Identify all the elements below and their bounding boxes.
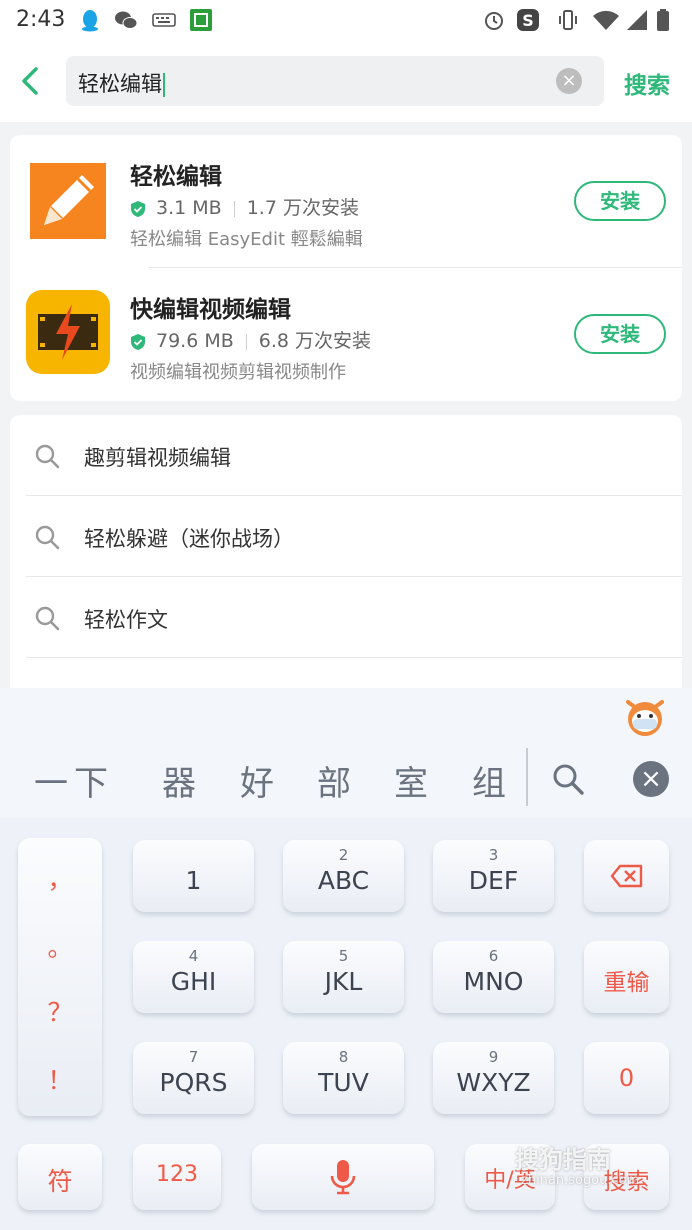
mascot-icon[interactable]	[624, 696, 666, 738]
candidate-word[interactable]: 器	[162, 756, 202, 805]
app-description: 视频编辑视频剪辑视频制作	[130, 362, 346, 383]
search-icon	[35, 606, 60, 631]
key-abc[interactable]: 2 ABC	[283, 840, 404, 912]
app-description: 轻松编辑 EasyEdit 輕鬆編輯	[130, 229, 363, 250]
qq-icon	[82, 10, 98, 32]
video-edit-app-icon	[26, 290, 110, 374]
candidate-word[interactable]: 室	[394, 756, 434, 805]
watermark: 搜狗指南 zhinan.sogou.com	[515, 1140, 639, 1188]
install-button[interactable]: 安装	[574, 314, 666, 354]
alarm-icon	[485, 12, 503, 30]
text-caret	[163, 73, 165, 97]
candidate-word[interactable]: 一下	[34, 756, 114, 805]
punct-period[interactable]: 。	[18, 928, 102, 964]
app-size: 3.1 MB	[156, 197, 222, 219]
suggestion-list: 趣剪辑视频编辑 轻松躲避（迷你战场） 轻松作文	[10, 415, 682, 715]
symbol-key[interactable]: 符	[18, 1144, 102, 1210]
punct-question[interactable]: ？	[18, 993, 102, 1029]
suggestion-item[interactable]: 轻松作文	[10, 577, 682, 658]
meta-separator	[233, 200, 235, 217]
verified-shield-icon	[131, 200, 145, 217]
suggestion-text: 轻松作文	[84, 608, 168, 632]
key-jkl[interactable]: 5 JKL	[283, 941, 404, 1013]
vibrate-icon	[559, 10, 577, 30]
app-name: 轻松编辑	[130, 164, 222, 190]
search-input-value: 轻松编辑	[78, 72, 162, 96]
candidate-word[interactable]: 部	[317, 756, 357, 805]
key-1[interactable]: 1	[133, 840, 254, 912]
key-pqrs[interactable]: 7 PQRS	[133, 1042, 254, 1114]
close-icon[interactable]: ×	[633, 761, 669, 797]
watermark-text: 搜狗指南	[515, 1146, 611, 1174]
wifi-icon	[593, 10, 619, 30]
app-store-icon	[190, 9, 212, 31]
candidate-word[interactable]: 组	[472, 756, 512, 805]
search-button[interactable]: 搜索	[624, 66, 670, 100]
search-bar: 轻松编辑 × 搜索	[0, 40, 692, 122]
candidate-bar: 一下 器 好 部 室 组 ×	[0, 688, 692, 818]
keyboard-icon	[152, 13, 176, 27]
key-ghi[interactable]: 4 GHI	[133, 941, 254, 1013]
install-button[interactable]: 安装	[574, 181, 666, 221]
candidate-word[interactable]: 好	[240, 756, 280, 805]
punct-exclaim[interactable]: ！	[18, 1061, 102, 1097]
easyedit-app-icon	[30, 163, 106, 239]
app-installs: 6.8 万次安装	[258, 330, 372, 352]
app-result-item[interactable]: 轻松编辑 3.1 MB 1.7 万次安装 轻松编辑 EasyEdit 輕鬆編輯 安…	[10, 135, 682, 267]
number-mode-key[interactable]: 123	[133, 1144, 221, 1210]
signal-icon	[627, 10, 647, 30]
suggestion-item[interactable]: 轻松躲避（迷你战场）	[10, 496, 682, 577]
key-zero[interactable]: 0	[584, 1042, 669, 1114]
key-mno[interactable]: 6 MNO	[433, 941, 554, 1013]
search-input[interactable]: 轻松编辑 ×	[66, 56, 604, 106]
divider	[526, 748, 528, 806]
key-def[interactable]: 3 DEF	[433, 840, 554, 912]
punct-comma[interactable]: ，	[18, 860, 102, 896]
svg-text:S: S	[522, 11, 534, 30]
suggestion-text: 趣剪辑视频编辑	[84, 446, 231, 470]
app-size: 79.6 MB	[156, 330, 234, 352]
wechat-icon	[115, 11, 138, 29]
punctuation-key-column[interactable]: ， 。 ？ ！	[18, 838, 102, 1116]
search-icon	[35, 525, 60, 550]
app-installs: 1.7 万次安装	[246, 197, 359, 219]
reinput-key[interactable]: 重输	[584, 941, 669, 1013]
microphone-icon	[330, 1160, 356, 1195]
backspace-key[interactable]	[584, 840, 669, 912]
sogou-input-icon: S	[517, 9, 539, 31]
meta-separator	[245, 333, 247, 350]
battery-icon	[657, 9, 669, 31]
app-results: 轻松编辑 3.1 MB 1.7 万次安装 轻松编辑 EasyEdit 輕鬆編輯 安…	[10, 135, 682, 401]
divider	[26, 657, 682, 658]
status-time: 2:43	[16, 7, 66, 32]
status-bar: 2:43 S	[0, 0, 692, 40]
app-result-item[interactable]: 快编辑视频编辑 79.6 MB 6.8 万次安装 视频编辑视频剪辑视频制作 安装	[10, 268, 682, 400]
back-arrow-icon[interactable]	[18, 66, 42, 96]
suggestion-text: 轻松躲避（迷你战场）	[84, 527, 294, 551]
clear-icon[interactable]: ×	[556, 68, 582, 94]
backspace-icon	[610, 864, 643, 888]
suggestion-item[interactable]: 趣剪辑视频编辑	[10, 415, 682, 496]
search-icon	[35, 444, 60, 469]
key-tuv[interactable]: 8 TUV	[283, 1042, 404, 1114]
app-name: 快编辑视频编辑	[130, 297, 291, 323]
watermark-url: zhinan.sogou.com	[521, 1173, 640, 1188]
key-wxyz[interactable]: 9 WXYZ	[433, 1042, 554, 1114]
search-icon[interactable]	[551, 762, 585, 796]
verified-shield-icon	[131, 333, 145, 350]
voice-input-key[interactable]	[252, 1144, 434, 1210]
